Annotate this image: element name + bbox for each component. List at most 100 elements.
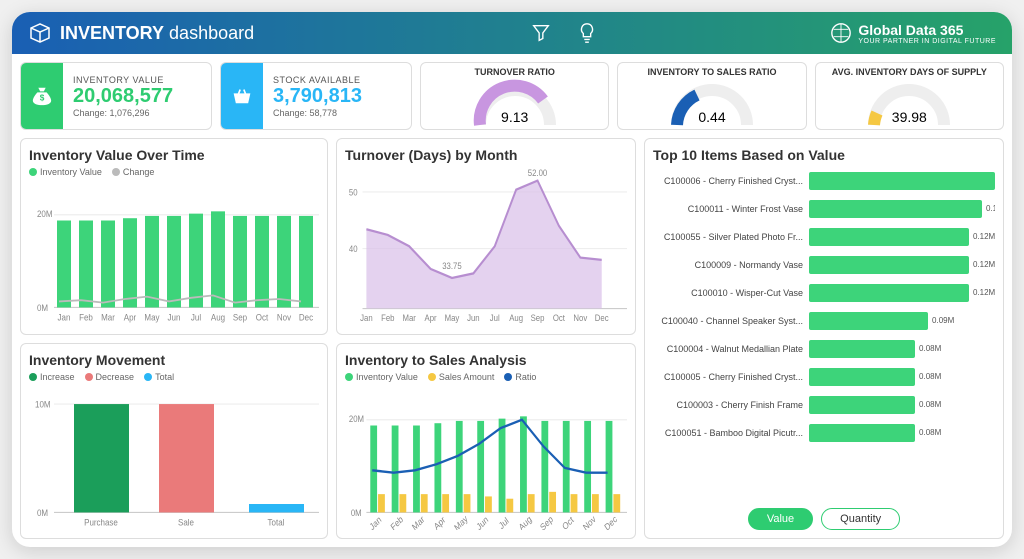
value-button[interactable]: Value [748,508,813,530]
kpi-avg-days-supply: AVG. INVENTORY DAYS OF SUPPLY 39.98 [815,62,1004,130]
globe-icon [830,22,852,44]
header-title: INVENTORY dashboard [60,23,254,44]
svg-text:May: May [452,512,469,530]
legend: Inventory Value Change [29,167,319,177]
panel-sales-analysis: Inventory to Sales Analysis Inventory Va… [336,343,636,540]
panel-title: Top 10 Items Based on Value [653,147,995,163]
list-item: C100010 - Wisper-Cut Vase 0.12M [653,279,995,307]
list-item: C100009 - Normandy Vase 0.12M [653,251,995,279]
dashboard: INVENTORY dashboard Global Data 365 YOUR… [12,12,1012,547]
kpi-change: Change: 58,778 [273,108,362,118]
svg-text:Oct: Oct [560,513,575,530]
gauge-value: 9.13 [501,109,528,125]
svg-text:Dec: Dec [603,512,620,530]
svg-text:Dec: Dec [299,312,314,323]
header-logo: INVENTORY dashboard [28,21,254,45]
svg-text:Mar: Mar [410,513,426,530]
basket-icon [221,63,263,129]
kpi-stock-available: STOCK AVAILABLE 3,790,813 Change: 58,778 [220,62,412,130]
svg-text:10M: 10M [35,398,51,409]
svg-text:40: 40 [349,243,358,254]
svg-text:$: $ [40,94,45,103]
svg-text:Apr: Apr [124,312,136,323]
item-label: C100010 - Wisper-Cut Vase [653,288,803,298]
svg-text:Jan: Jan [58,312,71,323]
svg-text:Nov: Nov [277,312,292,323]
svg-text:Jun: Jun [467,312,480,323]
svg-text:Apr: Apr [432,514,447,530]
combo-chart: 20M0M JanFebMarAprMayJunJulAugSepOctNovD… [345,386,627,531]
brand-tagline: YOUR PARTNER IN DIGITAL FUTURE [858,38,996,45]
svg-text:Feb: Feb [381,312,395,323]
svg-text:May: May [445,312,460,323]
kpi-value: 3,790,813 [273,85,362,108]
svg-text:Nov: Nov [573,312,588,323]
panel-inventory-movement: Inventory Movement Increase Decrease Tot… [20,343,328,540]
item-label: C100055 - Silver Plated Photo Fr... [653,232,803,242]
bar-chart: 20M 0M Jan Feb Mar Apr May Jun Jul Aug Sep Oct Nov D… [29,181,319,326]
list-item: C100055 - Silver Plated Photo Fr... 0.12… [653,223,995,251]
filter-icon[interactable] [530,22,552,44]
kpi-change: Change: 1,076,296 [73,108,173,118]
svg-text:Sep: Sep [538,513,554,530]
svg-text:20M: 20M [349,413,364,424]
svg-text:Jul: Jul [490,312,500,323]
svg-text:Jun: Jun [475,513,490,530]
kpi-inventory-value: $ INVENTORY VALUE 20,068,577 Change: 1,0… [20,62,212,130]
svg-text:Aug: Aug [211,312,225,323]
panel-title: Inventory Movement [29,352,319,368]
svg-text:Mar: Mar [101,312,115,323]
svg-text:Feb: Feb [79,312,93,323]
money-bag-icon: $ [21,63,63,129]
panel-value-over-time: Inventory Value Over Time Inventory Valu… [20,138,328,335]
header: INVENTORY dashboard Global Data 365 YOUR… [12,12,1012,54]
svg-text:Jul: Jul [497,514,510,530]
item-label: C100004 - Walnut Medallian Plate [653,344,803,354]
brand-name: Global Data 365 [858,22,996,38]
svg-text:Sep: Sep [531,312,545,323]
quantity-button[interactable]: Quantity [821,508,900,530]
svg-text:0M: 0M [37,302,48,313]
kpi-inv-sales-ratio: INVENTORY TO SALES RATIO 0.44 [617,62,806,130]
svg-text:Oct: Oct [256,312,269,323]
item-label: C100006 - Cherry Finished Cryst... [653,176,803,186]
svg-text:Jun: Jun [168,312,181,323]
gauge-value: 39.98 [892,109,927,125]
item-label: C100011 - Winter Frost Vase [653,204,803,214]
item-label: C100009 - Normandy Vase [653,260,803,270]
list-item: C100005 - Cherry Finished Cryst... 0.08M [653,363,995,391]
legend: Increase Decrease Total [29,372,319,382]
list-item: C100051 - Bamboo Digital Picutr... 0.08M [653,419,995,447]
legend: Inventory Value Sales Amount Ratio [345,372,627,382]
item-label: C100051 - Bamboo Digital Picutr... [653,428,803,438]
kpi-label: STOCK AVAILABLE [273,75,362,85]
svg-text:20M: 20M [37,208,53,219]
panel-title: Inventory Value Over Time [29,147,319,163]
svg-text:Oct: Oct [553,312,566,323]
kpi-value: 20,068,577 [73,85,173,108]
svg-text:Aug: Aug [517,513,533,530]
box-icon [28,21,52,45]
svg-text:0M: 0M [351,507,362,518]
svg-text:Jan: Jan [368,513,383,530]
svg-text:May: May [144,312,160,323]
bar-chart: 10M0M Purchase Sale Total [29,386,319,531]
kpi-turnover-ratio: TURNOVER RATIO 9.13 [420,62,609,130]
svg-text:Jul: Jul [191,312,201,323]
svg-text:Dec: Dec [595,312,609,323]
svg-text:52.00: 52.00 [528,167,548,178]
item-label: C100003 - Cherry Finish Frame [653,400,803,410]
panel-title: Turnover (Days) by Month [345,147,627,163]
list-item: C100040 - Channel Speaker Syst... 0.09M [653,307,995,335]
panel-top10: Top 10 Items Based on Value C100006 - Ch… [644,138,1004,539]
svg-text:Mar: Mar [402,312,416,323]
svg-text:Sale: Sale [178,516,194,527]
area-chart: 5040 33.75 52.00 JanFebMarAprMayJunJulAu… [345,167,627,326]
svg-text:Aug: Aug [509,312,523,323]
top10-list: C100006 - Cherry Finished Cryst... 0.14M… [653,167,995,502]
svg-text:Sep: Sep [233,312,247,323]
svg-text:Jan: Jan [360,312,373,323]
bulb-icon[interactable] [576,22,598,44]
kpi-row: $ INVENTORY VALUE 20,068,577 Change: 1,0… [12,54,1012,138]
item-label: C100005 - Cherry Finished Cryst... [653,372,803,382]
